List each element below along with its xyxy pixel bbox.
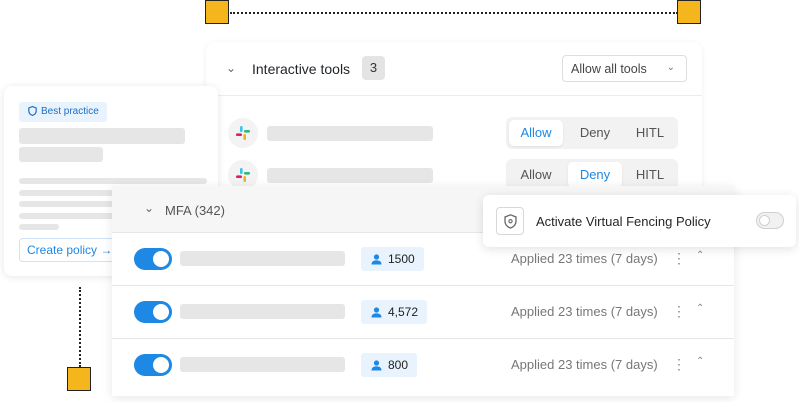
- more-options-icon[interactable]: ⋮: [672, 353, 686, 375]
- user-icon: [371, 254, 382, 265]
- deny-option[interactable]: Deny: [569, 120, 621, 146]
- applied-count: Applied 23 times (7 days): [511, 251, 658, 266]
- tool-policy-select-value: Allow all tools: [571, 62, 647, 76]
- tool-name-placeholder: [267, 126, 433, 141]
- create-policy-button[interactable]: Create policy →: [19, 238, 122, 262]
- selection-handle-top-left: [205, 0, 229, 24]
- slack-icon: [228, 118, 258, 148]
- selection-handle-top-right: [677, 0, 701, 24]
- user-count-badge: 4,572: [361, 300, 428, 324]
- best-practice-label: Best practice: [41, 106, 99, 117]
- tool-permission-selector: Allow Deny HITL: [506, 117, 678, 149]
- user-icon: [371, 360, 382, 371]
- chevron-down-icon: ⌄: [666, 62, 675, 73]
- policy-enabled-toggle[interactable]: [134, 301, 172, 323]
- more-options-icon[interactable]: ⋮: [672, 300, 686, 322]
- user-count: 1500: [388, 252, 415, 266]
- interactive-tools-header[interactable]: ⌄ Interactive tools 3 Allow all tools ⌄: [206, 42, 702, 96]
- policy-enabled-toggle[interactable]: [134, 248, 172, 270]
- applied-count: Applied 23 times (7 days): [511, 357, 658, 372]
- hitl-option[interactable]: HITL: [626, 120, 674, 146]
- chevron-down-icon[interactable]: ⌄: [144, 201, 154, 215]
- user-count-badge: 800: [361, 353, 418, 377]
- virtual-fencing-toggle[interactable]: [756, 212, 784, 229]
- policy-enabled-toggle[interactable]: [134, 354, 172, 376]
- deny-option[interactable]: Deny: [568, 162, 622, 188]
- mfa-title: MFA (342): [165, 203, 225, 218]
- dotted-connector-left: [79, 287, 81, 367]
- hitl-option[interactable]: HITL: [626, 162, 674, 188]
- virtual-fencing-card: Activate Virtual Fencing Policy: [483, 195, 796, 247]
- applied-count: Applied 23 times (7 days): [511, 304, 658, 319]
- tool-name-placeholder: [267, 168, 433, 183]
- chevron-up-icon[interactable]: ⌃: [696, 303, 704, 314]
- shield-icon: [28, 105, 37, 117]
- user-count: 4,572: [388, 305, 419, 319]
- mfa-policy-row: 800 Applied 23 times (7 days) ⋮ ⌃: [112, 338, 734, 390]
- mfa-policy-row: 4,572 Applied 23 times (7 days) ⋮ ⌃: [112, 285, 734, 337]
- shield-icon: [496, 207, 524, 235]
- user-count: 800: [388, 358, 409, 372]
- allow-option[interactable]: Allow: [509, 120, 563, 146]
- selection-handle-bottom-left: [67, 367, 91, 391]
- text-line-placeholder: [19, 224, 59, 230]
- more-options-icon[interactable]: ⋮: [672, 247, 686, 269]
- chevron-down-icon[interactable]: ⌄: [226, 61, 236, 75]
- subtitle-placeholder: [19, 147, 103, 162]
- interactive-tools-title: Interactive tools: [252, 61, 351, 77]
- policy-name-placeholder: [180, 357, 345, 372]
- chevron-up-icon[interactable]: ⌃: [696, 250, 704, 261]
- text-line-placeholder: [19, 178, 207, 184]
- best-practice-tag: Best practice: [19, 102, 107, 122]
- title-placeholder: [19, 128, 185, 144]
- policy-name-placeholder: [180, 251, 345, 266]
- chevron-up-icon[interactable]: ⌃: [696, 356, 704, 367]
- user-count-badge: 1500: [361, 247, 424, 271]
- dotted-connector-top: [230, 12, 678, 14]
- virtual-fencing-label: Activate Virtual Fencing Policy: [536, 214, 711, 229]
- allow-option[interactable]: Allow: [509, 162, 563, 188]
- tools-count-badge: 3: [362, 56, 385, 80]
- user-icon: [371, 307, 382, 318]
- policy-name-placeholder: [180, 304, 345, 319]
- tool-policy-select[interactable]: Allow all tools ⌄: [562, 55, 687, 82]
